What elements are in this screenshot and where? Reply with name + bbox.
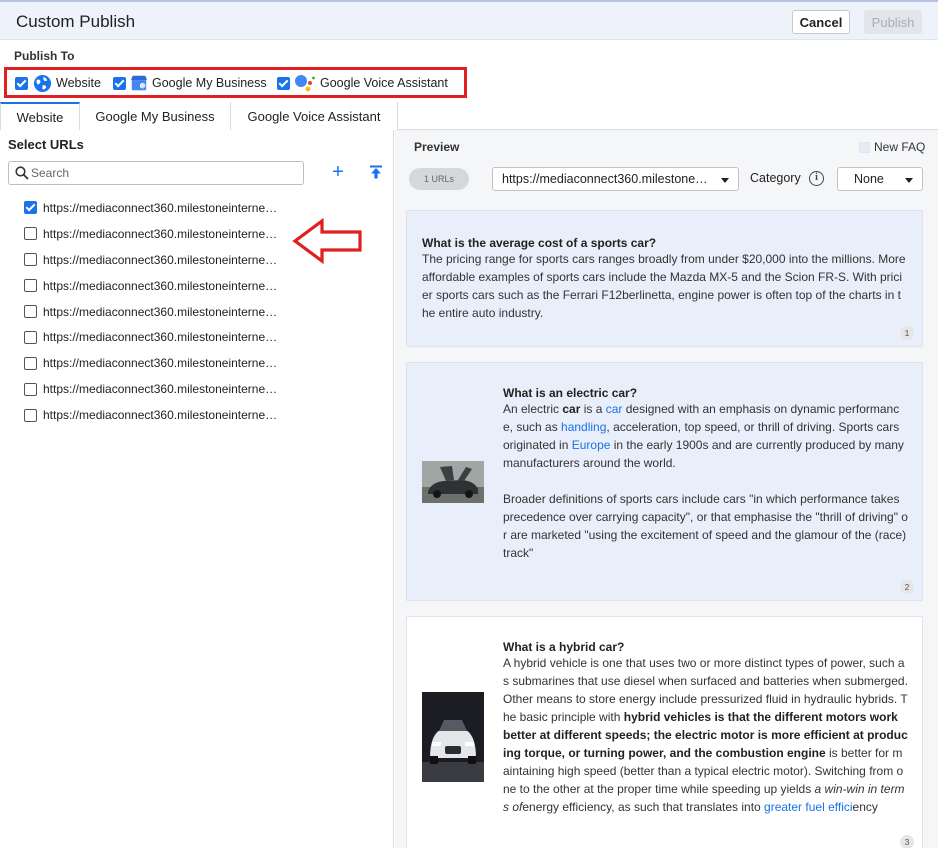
- gmb-target-label: Google My Business: [152, 76, 267, 90]
- search-icon: [15, 166, 29, 180]
- answer-text: An electric: [503, 402, 563, 416]
- faq-number-badge: 2: [900, 580, 914, 594]
- list-item[interactable]: https://mediaconnect360.milestoneinterne…: [0, 299, 394, 325]
- website-checkbox[interactable]: [15, 76, 28, 90]
- url-text: https://mediaconnect360.milestoneinterne…: [43, 200, 279, 215]
- chevron-down-icon: [721, 178, 729, 183]
- handling-link[interactable]: handling: [561, 420, 606, 434]
- url-text: https://mediaconnect360.milestoneinterne…: [43, 252, 279, 267]
- svg-text:G: G: [141, 83, 145, 88]
- chevron-down-icon: [905, 178, 913, 183]
- url-checkbox[interactable]: [24, 305, 37, 318]
- search-input[interactable]: [31, 164, 299, 182]
- faq-card[interactable]: What is the average cost of a sports car…: [406, 210, 923, 347]
- tab-google-my-business[interactable]: Google My Business: [80, 102, 231, 130]
- url-checkbox[interactable]: [24, 227, 37, 241]
- url-checkbox[interactable]: [24, 253, 37, 267]
- answer-text: energy efficiency, as such that translat…: [522, 800, 765, 814]
- europe-link[interactable]: Europe: [572, 438, 611, 452]
- fuel-efficiency-link[interactable]: greater fuel effici: [764, 800, 853, 814]
- publish-button[interactable]: Publish: [864, 10, 922, 34]
- url-text: https://mediaconnect360.milestoneinterne…: [43, 356, 279, 371]
- preview-pane: Preview New FAQ 1 URLs https://mediaconn…: [395, 130, 938, 848]
- publish-target-gmb[interactable]: G Google My Business: [113, 74, 267, 92]
- url-checkbox[interactable]: [24, 201, 37, 215]
- url-checkbox[interactable]: [24, 382, 37, 396]
- website-target-label: Website: [56, 76, 101, 90]
- url-search-box[interactable]: [8, 161, 304, 185]
- url-checkbox[interactable]: [24, 356, 37, 370]
- url-select-value: https://mediaconnect360.milestoneinterne…: [502, 172, 708, 186]
- list-item[interactable]: https://mediaconnect360.milestoneinterne…: [0, 195, 394, 221]
- tab-google-voice-assistant[interactable]: Google Voice Assistant: [231, 102, 398, 130]
- hybrid-car-image: [422, 692, 484, 782]
- globe-icon: [33, 74, 52, 92]
- list-item[interactable]: https://mediaconnect360.milestoneinterne…: [0, 376, 394, 402]
- answer-text: ency: [852, 800, 878, 814]
- faq-answer: A hybrid vehicle is one that uses two or…: [503, 654, 908, 816]
- answer-bold-text: car: [562, 402, 581, 416]
- faq-answer: The pricing range for sports cars ranges…: [422, 252, 906, 320]
- faq-answer: An electric car is a car designed with a…: [503, 400, 908, 472]
- faq-number-badge: 1: [900, 326, 914, 340]
- answer-text: is a: [580, 402, 606, 416]
- publish-target-voice[interactable]: Google Voice Assistant: [277, 74, 448, 92]
- faq-card[interactable]: What is a hybrid car? A hybrid vehicle i…: [406, 616, 923, 848]
- new-faq-label: New FAQ: [874, 140, 926, 154]
- faq-card[interactable]: What is an electric car? An electric car…: [406, 362, 923, 601]
- faq-number-badge: 3: [900, 835, 914, 848]
- car-link[interactable]: car: [606, 402, 623, 416]
- tab-website[interactable]: Website: [0, 102, 80, 130]
- url-checkbox[interactable]: [24, 279, 37, 293]
- publish-to-label: Publish To: [14, 49, 75, 63]
- add-url-icon[interactable]: +: [330, 162, 346, 182]
- faq-answer-paragraph: Broader definitions of sports cars inclu…: [503, 492, 908, 560]
- cancel-button[interactable]: Cancel: [792, 10, 850, 34]
- category-label: Category: [750, 171, 801, 185]
- dialog-title: Custom Publish: [16, 12, 136, 31]
- urls-count-badge: 1 URLs: [409, 168, 469, 190]
- list-item[interactable]: https://mediaconnect360.milestoneinterne…: [0, 324, 394, 350]
- faq-question: What is the average cost of a sports car…: [422, 236, 657, 250]
- list-item[interactable]: https://mediaconnect360.milestoneinterne…: [0, 402, 394, 428]
- url-text: https://mediaconnect360.milestoneinterne…: [43, 408, 279, 423]
- channel-tabs: Website Google My Business Google Voice …: [0, 102, 938, 130]
- url-checkbox[interactable]: [24, 408, 37, 422]
- url-text: https://mediaconnect360.milestoneinterne…: [43, 304, 279, 319]
- category-select-value: None: [854, 172, 884, 186]
- list-item[interactable]: https://mediaconnect360.milestoneinterne…: [0, 350, 394, 376]
- url-select[interactable]: https://mediaconnect360.milestoneinterne…: [492, 167, 739, 191]
- url-text: https://mediaconnect360.milestoneinterne…: [43, 382, 279, 397]
- new-faq-checkbox[interactable]: [859, 141, 870, 153]
- preview-label: Preview: [414, 140, 460, 154]
- upload-icon[interactable]: [369, 165, 383, 179]
- info-icon[interactable]: i: [809, 171, 824, 186]
- faq-question: What is a hybrid car?: [503, 640, 625, 654]
- category-select[interactable]: None: [837, 167, 923, 191]
- url-text: https://mediaconnect360.milestoneinterne…: [43, 278, 279, 293]
- gmb-checkbox[interactable]: [113, 76, 126, 90]
- google-assistant-icon: [295, 75, 315, 92]
- faq-question: What is an electric car?: [503, 386, 638, 400]
- url-text: https://mediaconnect360.milestoneinterne…: [43, 226, 279, 241]
- url-text: https://mediaconnect360.milestoneinterne…: [43, 330, 279, 345]
- annotation-arrow-icon: [292, 218, 362, 264]
- select-urls-title: Select URLs: [8, 137, 84, 152]
- voice-assistant-checkbox[interactable]: [277, 76, 290, 90]
- dialog-header: Custom Publish Cancel Publish: [0, 0, 938, 40]
- new-faq-toggle[interactable]: New FAQ: [859, 140, 925, 154]
- url-checkbox[interactable]: [24, 330, 37, 344]
- google-my-business-icon: G: [130, 75, 148, 91]
- list-item[interactable]: https://mediaconnect360.milestoneinterne…: [0, 273, 394, 299]
- electric-car-image: [422, 461, 484, 503]
- voice-target-label: Google Voice Assistant: [320, 76, 448, 90]
- publish-target-website[interactable]: Website: [15, 74, 101, 92]
